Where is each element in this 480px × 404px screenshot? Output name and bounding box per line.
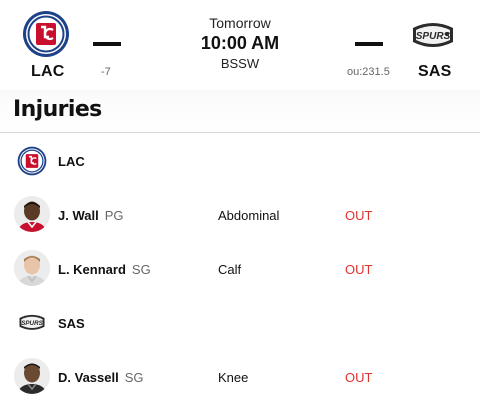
player-name-position: L. Kennard SG	[58, 262, 151, 277]
away-team-abbr: LAC	[31, 63, 65, 80]
player-name: L. Kennard	[58, 262, 126, 277]
player-avatar	[14, 358, 50, 394]
injury-type: Abdominal	[218, 208, 280, 223]
section-title: Injuries	[13, 97, 102, 122]
team-name: LAC	[58, 154, 85, 169]
player-row[interactable]: D. Vassell SG Knee OUT	[0, 358, 480, 402]
spurs-logo-icon: SPURS	[17, 308, 47, 338]
player-position: PG	[104, 208, 124, 223]
game-header: LAC -7 Tomorrow 10:00 AM BSSW ou:231.5 S…	[0, 0, 480, 90]
player-name-position: J. Wall PG	[58, 208, 124, 223]
game-day: Tomorrow	[209, 15, 271, 31]
clippers-logo-icon	[17, 146, 47, 176]
status-badge: OUT	[345, 262, 373, 277]
spurs-logo-icon[interactable]: SPURS	[409, 12, 457, 60]
team-row-lac[interactable]: LAC	[0, 143, 480, 183]
player-name: D. Vassell	[58, 370, 119, 385]
player-position: SG	[131, 262, 151, 277]
status-badge: OUT	[345, 208, 373, 223]
spread-line: -7	[101, 66, 111, 78]
player-name: J. Wall	[58, 208, 99, 223]
game-time: 10:00 AM	[200, 33, 280, 53]
injury-type: Calf	[218, 262, 242, 277]
tv-network: BSSW	[220, 56, 260, 71]
section-divider	[0, 132, 480, 133]
player-row[interactable]: J. Wall PG Abdominal OUT	[0, 196, 480, 240]
away-score-placeholder	[93, 42, 121, 46]
home-team-abbr: SAS	[418, 63, 452, 80]
player-avatar	[14, 196, 50, 232]
team-row-sas[interactable]: SPURS SAS	[0, 305, 480, 345]
clippers-logo-icon[interactable]	[22, 10, 70, 58]
player-position: SG	[124, 370, 144, 385]
svg-text:SPURS: SPURS	[21, 320, 43, 327]
over-under-line: ou:231.5	[347, 66, 390, 78]
player-row[interactable]: L. Kennard SG Calf OUT	[0, 250, 480, 294]
player-name-position: D. Vassell SG	[58, 370, 144, 385]
svg-text:SPURS: SPURS	[416, 31, 451, 42]
status-badge: OUT	[345, 370, 373, 385]
team-name: SAS	[58, 316, 85, 331]
home-score-placeholder	[355, 42, 383, 46]
player-avatar	[14, 250, 50, 286]
injury-type: Knee	[218, 370, 249, 385]
